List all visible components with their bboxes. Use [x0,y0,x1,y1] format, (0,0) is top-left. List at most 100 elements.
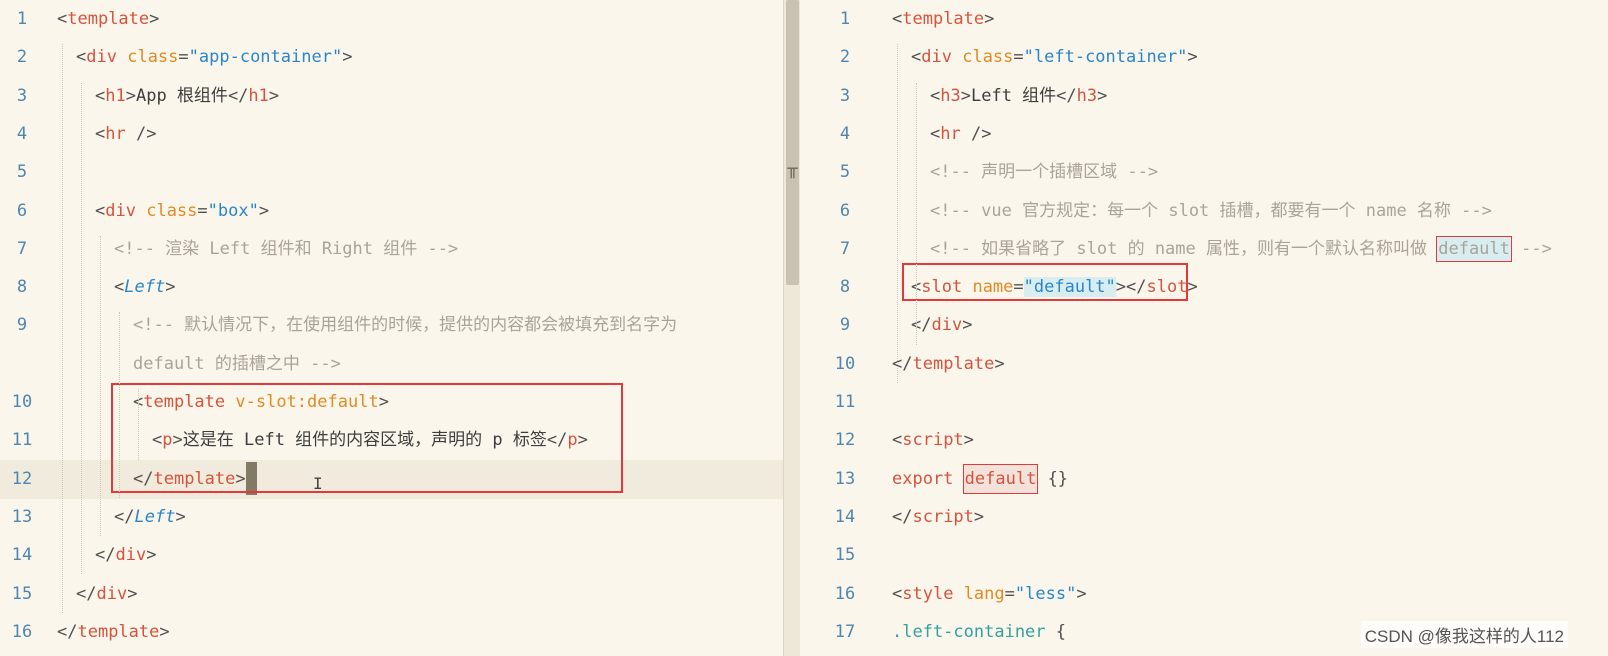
code-line[interactable]: 13 export default {} [800,460,1608,499]
code-token: h3 [940,85,961,106]
code-line[interactable]: 5 [0,153,783,192]
code-token: = [1013,47,1024,68]
code-text: <!-- 渲染 Left 组件和 Right 组件 --> [114,230,458,269]
line-number: 14 [11,545,33,566]
code-line[interactable]: 12 <script> [800,421,1608,460]
code-token: lang [963,583,1005,604]
line-number: 6 [839,200,851,221]
line-number: 4 [16,123,28,144]
code-token: > [149,9,160,29]
indent-guide [81,82,82,575]
code-token: < [114,277,125,298]
code-text: <Left> [114,268,175,307]
code-line[interactable]: 6 <div class="box"> [0,192,783,231]
left-scrollbar-thumb[interactable] [786,0,799,285]
line-number: 1 [839,9,851,29]
line-number: 10 [834,353,856,374]
code-token: div [931,315,963,336]
code-line[interactable]: 10 </template> [800,345,1608,384]
code-token: template [902,9,985,29]
code-token: "less" [1014,583,1077,604]
code-line[interactable]: 15 </div> [0,575,783,614]
code-token: <!-- 默认情况下，在使用组件的时候，提供的内容都会被填充到名字为 [133,315,678,336]
code-line[interactable]: 9 <!-- 默认情况下，在使用组件的时候，提供的内容都会被填充到名字为 [0,306,783,345]
code-line[interactable]: 3 <h3>Left 组件</h3> [800,77,1608,116]
code-token: < [76,47,87,68]
code-text: <!-- 默认情况下，在使用组件的时候，提供的内容都会被填充到名字为 [133,306,677,345]
code-token: > [962,315,973,336]
split-code-editor: 1 <template> 2 <div class="app-container"> 3… [0,0,1608,656]
code-line[interactable]: 5 <!-- 声明一个插槽区域 --> [800,153,1608,192]
code-token: > [268,85,280,106]
indent-guide [62,44,63,613]
code-line[interactable]: 14 </div> [0,536,783,575]
split-handle-icon[interactable]: ╥ [785,158,800,180]
line-number: 9 [16,315,28,336]
code-line[interactable]: 3 <h1>App 根组件</h1> [0,77,783,116]
code-token: < [95,200,106,221]
code-line[interactable]: 1 <template> [0,0,783,39]
code-token: < [57,9,68,29]
code-token: < [95,85,106,106]
code-text: <style lang="less"> [892,575,1087,614]
code-token: > [175,506,186,527]
line-number: 7 [839,238,851,259]
line-number: 16 [11,621,33,642]
code-text: <template> [892,0,994,39]
code-line[interactable]: 2 <div class="left-container"> [800,38,1608,77]
code-line[interactable]: 14 </script> [800,498,1608,537]
code-token: Left [124,277,166,298]
code-token: > [159,621,170,642]
code-token: > [994,353,1005,374]
code-token: < [911,47,922,68]
code-text: </div> [76,575,137,614]
code-token: div [115,545,147,566]
line-number: 13 [11,506,33,527]
line-number: 9 [839,315,851,336]
line-number: 3 [839,85,851,106]
line-number: 17 [834,621,856,642]
code-text: </div> [911,306,972,345]
right-editor-pane[interactable]: 1 <template> 2 <div class="left-container">… [800,0,1608,656]
code-line[interactable]: 15 [800,536,1608,575]
code-line[interactable]: 4 <hr /> [0,115,783,154]
line-number: 1 [16,9,28,29]
code-token: > [127,583,138,604]
code-token: > [1187,277,1198,298]
code-token: "box" [207,200,259,221]
code-token: = [1004,583,1015,604]
code-line[interactable]: 2 <div class="app-container"> [0,38,783,77]
code-line[interactable]: 13 </Left> [0,498,783,537]
code-token: > [984,9,995,29]
code-text: </div> [95,536,156,575]
code-token: </ [57,621,78,642]
code-line[interactable]: 4 <hr /> [800,115,1608,154]
code-line[interactable]: 16 </template> [0,613,783,652]
highlighted-default-word: default [1436,235,1512,262]
code-text: .left-container { [892,613,1066,652]
code-token: /> [125,123,157,144]
line-number: 11 [11,430,33,451]
code-token: "left-container" [1023,47,1188,68]
code-text: </script> [892,498,984,537]
code-token: > [258,200,270,221]
code-text: <template> [57,0,159,39]
code-text: <script> [892,421,974,460]
code-line[interactable]: 6 <!-- vue 官方规定：每一个 slot 插槽，都要有一个 name 名称… [800,192,1608,231]
code-line[interactable]: default 的插槽之中 --> [0,345,783,384]
code-token: script [912,506,974,527]
code-line[interactable]: 7 <!-- 渲染 Left 组件和 Right 组件 --> [0,230,783,269]
code-token: > [963,430,974,451]
code-line[interactable]: 11 [800,383,1608,422]
code-line[interactable]: 9 </div> [800,306,1608,345]
code-line[interactable]: 1 <template> [800,0,1608,39]
code-token: > [1097,85,1108,106]
code-line[interactable]: 8 <Left> [0,268,783,307]
line-number: 2 [839,47,851,68]
code-line[interactable]: 16 <style lang="less"> [800,575,1608,614]
left-editor-pane[interactable]: 1 <template> 2 <div class="app-container"> 3… [0,0,783,656]
code-token: div [921,47,952,68]
